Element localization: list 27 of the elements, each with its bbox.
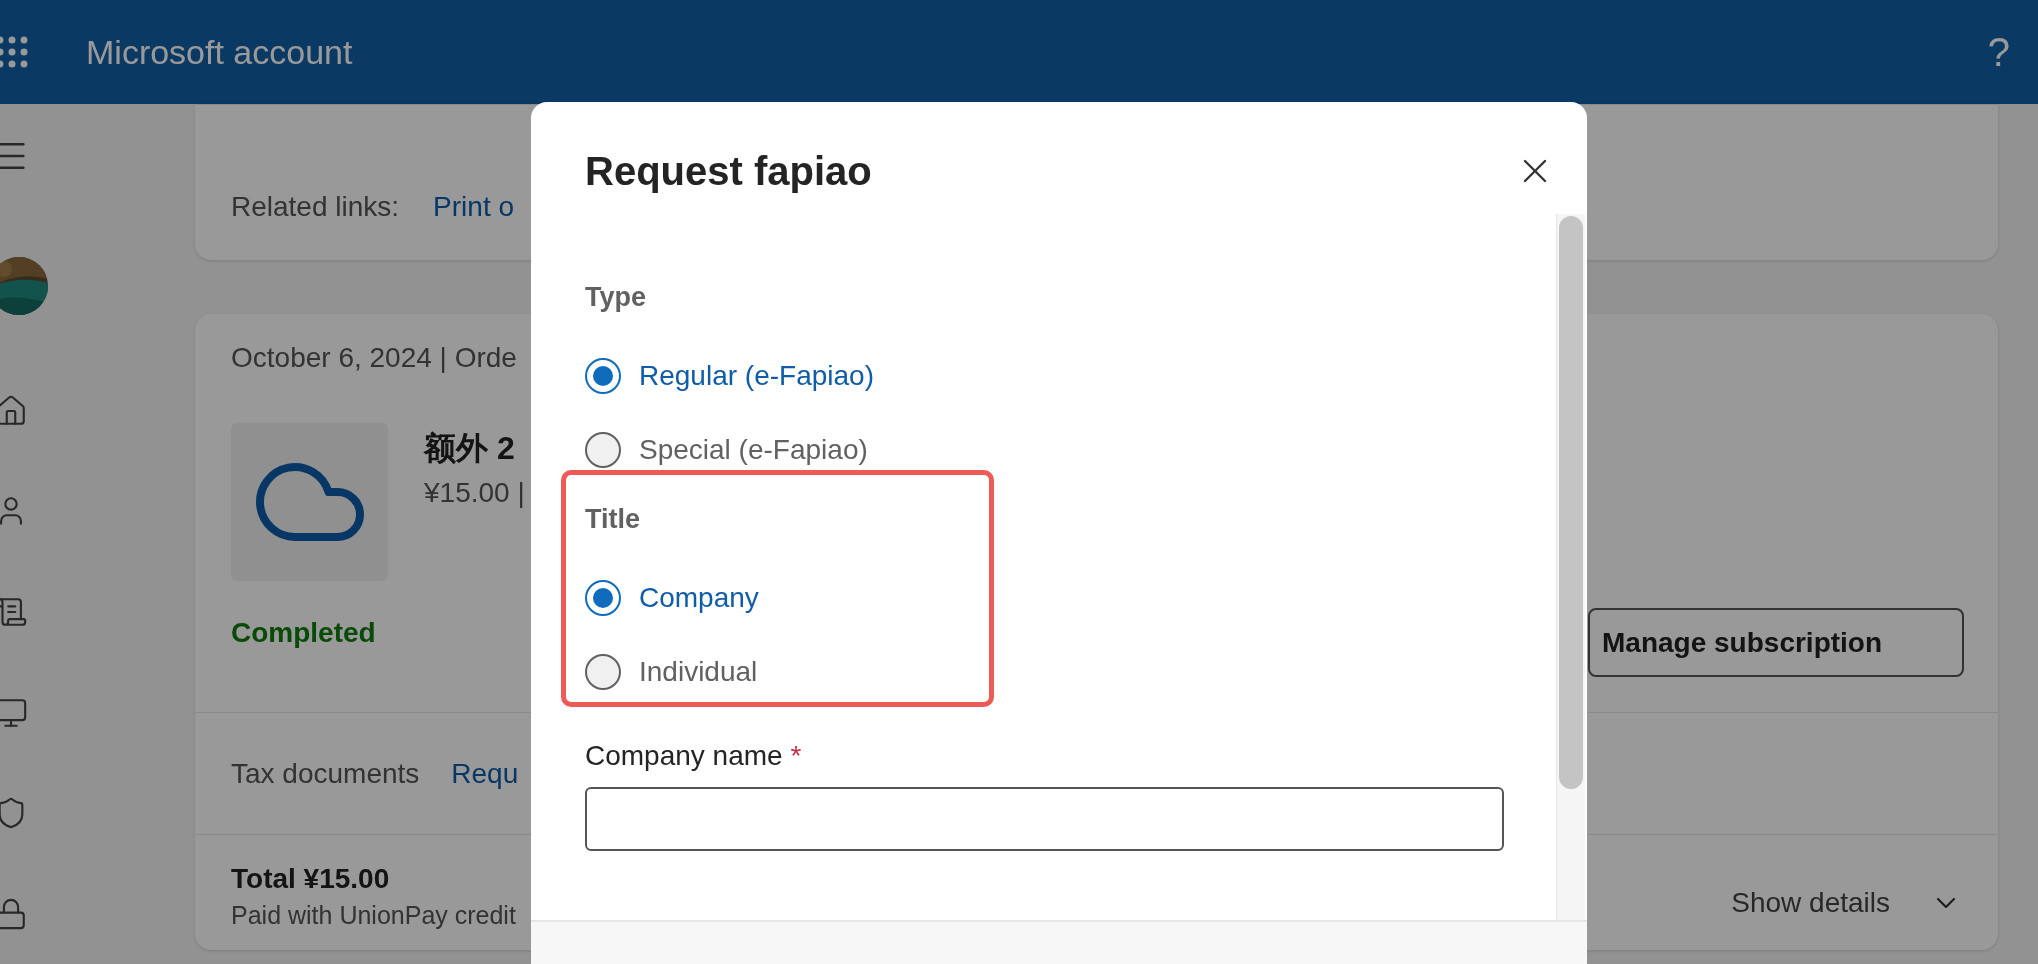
- radio-option[interactable]: Individual: [585, 635, 758, 709]
- product-price: ¥15.00 |: [424, 477, 525, 509]
- order-heading: October 6, 2024 | Orde: [231, 342, 517, 374]
- radio-option[interactable]: Special (e-Fapiao): [585, 413, 868, 487]
- app-title: Microsoft account: [86, 32, 354, 72]
- radio-option[interactable]: Company: [585, 561, 759, 635]
- help-button[interactable]: ?: [1987, 29, 2010, 75]
- dialog-title: Request fapiao: [585, 148, 872, 194]
- app-launcher-icon[interactable]: [0, 36, 28, 68]
- manage-subscription-button[interactable]: Manage subscription: [1588, 608, 1964, 677]
- tax-documents-label: Tax documents: [231, 757, 420, 790]
- input-field[interactable]: [585, 787, 1504, 851]
- group-label: Type: [585, 280, 646, 314]
- product-name: 额外 2: [424, 429, 516, 468]
- payment-method: Paid with UnionPay credit: [231, 901, 516, 930]
- print-link[interactable]: Print o: [433, 190, 515, 223]
- request-link[interactable]: Requ: [451, 757, 519, 790]
- related-label: Related links:: [231, 190, 400, 223]
- field-label: Company name *: [585, 740, 802, 772]
- lock-icon[interactable]: [0, 896, 28, 931]
- document-icon[interactable]: [0, 595, 28, 629]
- order-status: Completed: [231, 617, 376, 649]
- home-icon[interactable]: [0, 393, 28, 428]
- show-details-button[interactable]: Show details: [1731, 887, 1962, 919]
- radio-option[interactable]: Regular (e-Fapiao): [585, 339, 874, 413]
- group-label: Title: [585, 502, 640, 536]
- order-total: Total ¥15.00: [231, 863, 391, 895]
